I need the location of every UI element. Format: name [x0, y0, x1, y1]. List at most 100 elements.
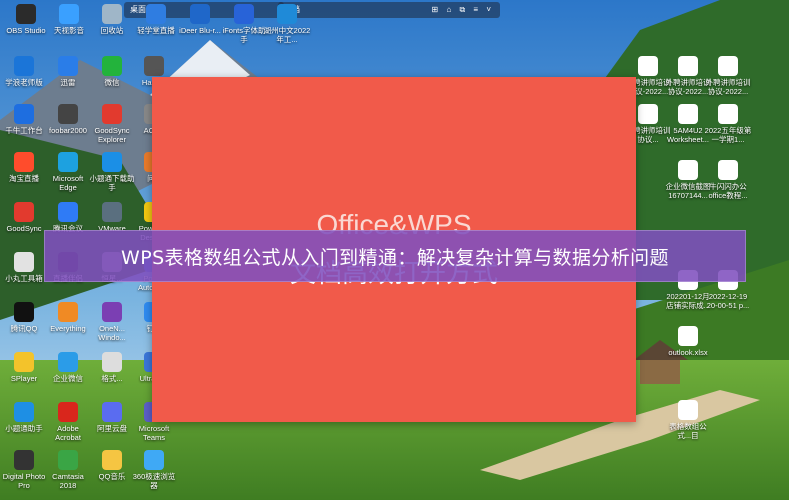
- desktop-icon[interactable]: 表格数组公式...目: [664, 400, 712, 440]
- desktop-icon-label: 轻学堂直播: [137, 26, 175, 35]
- desktop-icon[interactable]: Microsoft Edge: [44, 152, 92, 192]
- desktop-icon-label: outlook.xlsx: [668, 348, 708, 357]
- edge-icon: [58, 152, 78, 172]
- desktop-icon[interactable]: iDeer Blu-r...: [176, 4, 224, 35]
- desktop-icon[interactable]: 2022五年级第一学期1...: [704, 104, 752, 144]
- desktop-icon[interactable]: 格式...: [88, 352, 136, 383]
- desktop-icon[interactable]: 牛闪闪办公office教程...: [704, 160, 752, 200]
- desktop-icon-label: 格式...: [101, 374, 123, 383]
- desktop-icon[interactable]: 腾讯QQ: [0, 302, 48, 333]
- desktop-icon[interactable]: Camtasia 2018: [44, 450, 92, 490]
- doc-icon: [638, 104, 658, 124]
- sheet-icon: [678, 104, 698, 124]
- hand-icon: [144, 56, 164, 76]
- desktop-icon-label: 迅雷: [60, 78, 76, 87]
- desktop-icon[interactable]: 企业微信: [44, 352, 92, 383]
- desktop-icon-label: 牛闪闪办公office教程...: [708, 182, 748, 200]
- desktop-icon[interactable]: 轻学堂直播: [132, 4, 180, 35]
- desktop-icon[interactable]: outlook.xlsx: [664, 326, 712, 357]
- desktop-icon-label: OneN... Windo...: [98, 324, 126, 342]
- wechat-icon: [102, 56, 122, 76]
- desktop-icon-label: Everything: [50, 324, 86, 333]
- desktop-icon-label: iDeer Blu-r...: [179, 26, 221, 35]
- banner-text: WPS表格数组公式从入门到精通：解决复杂计算与数据分析问题: [121, 246, 669, 269]
- desktop-icon[interactable]: SPlayer: [0, 352, 48, 383]
- desktop-icon[interactable]: 湖州中文2022年工...: [263, 4, 311, 44]
- desktop-icon[interactable]: 小题通助手: [0, 402, 48, 433]
- desktop-icon-label: 天视影音: [54, 26, 84, 35]
- goodsync-icon: [102, 104, 122, 124]
- desktop-icon-label: 回收站: [100, 26, 124, 35]
- dpp-icon: [14, 450, 34, 470]
- desktop-icon-label: GoodSync: [6, 224, 42, 233]
- desktop-icon-label: QQ音乐: [98, 472, 126, 481]
- desktop-icon[interactable]: Everything: [44, 302, 92, 333]
- ifonts-icon: [234, 4, 254, 24]
- window-controls-icon[interactable]: ⊞ ⌂ ⧉ ≡ ˅: [432, 2, 494, 18]
- desktop-icon[interactable]: 腾讯会议: [44, 202, 92, 233]
- desktop-icon[interactable]: foobar2000: [44, 104, 92, 135]
- toolbox-icon: [14, 252, 34, 272]
- desktop-icon[interactable]: 小题通下载助手: [88, 152, 136, 192]
- doc-icon: [718, 56, 738, 76]
- desktop-icon-label: iFonts字体助手: [222, 26, 266, 44]
- sheet-icon: [718, 104, 738, 124]
- desktop-icon[interactable]: Adobe Acrobat: [44, 402, 92, 442]
- desktop-icon-label: GoodSync Explorer: [94, 126, 130, 144]
- doc-icon: [718, 160, 738, 180]
- recycle-bin-icon: [102, 4, 122, 24]
- desktop-icon[interactable]: 学浪老师版: [0, 56, 48, 87]
- desktop-icon-label: 腾讯QQ: [10, 324, 38, 333]
- helper-icon: [14, 402, 34, 422]
- desktop-icon-label: SPlayer: [10, 374, 38, 383]
- desktop-icon[interactable]: QQ音乐: [88, 450, 136, 481]
- aliyun-icon: [102, 402, 122, 422]
- desktop-icon[interactable]: OneN... Windo...: [88, 302, 136, 342]
- format-icon: [102, 352, 122, 372]
- window-tab-file[interactable]: 文档 ⊞ ⌂ ⧉ ≡ ˅: [278, 2, 500, 18]
- desktop-icon-label: 2022-12-19 20-00-51 p...: [706, 292, 750, 310]
- desktop-icon-label: Digital Photo Pro: [2, 472, 46, 490]
- desktop-icon-label: 表格数组公式...目: [669, 422, 707, 440]
- image-icon: [678, 160, 698, 180]
- obs-icon: [16, 4, 36, 24]
- onenote-icon: [102, 302, 122, 322]
- desktop-icon[interactable]: 回收站: [88, 4, 136, 35]
- desktop-icon[interactable]: 外聘讲师培训协议-2022...: [704, 56, 752, 96]
- desktop-icon-label: Adobe Acrobat: [55, 424, 81, 442]
- desktop-icon[interactable]: 迅雷: [44, 56, 92, 87]
- desktop-icon-label: Microsoft Teams: [138, 424, 170, 442]
- doc-icon: [277, 4, 297, 24]
- desktop-icon[interactable]: iFonts字体助手: [220, 4, 268, 44]
- desktop-icon[interactable]: GoodSync Explorer: [88, 104, 136, 144]
- desktop-icon-label: 阿里云盘: [97, 424, 127, 433]
- desktop-icon[interactable]: 360极速浏览器: [130, 450, 178, 490]
- doc-icon: [638, 56, 658, 76]
- desktop-icon-label: 千牛工作台: [5, 126, 43, 135]
- desktop-icon[interactable]: 小丸工具箱: [0, 252, 48, 283]
- desktop-icon[interactable]: VMware: [88, 202, 136, 233]
- desktop-icon-label: 淘宝直播: [9, 174, 39, 183]
- qqmusic-icon: [102, 450, 122, 470]
- desktop-icon[interactable]: 微信: [88, 56, 136, 87]
- thunder-icon: [58, 56, 78, 76]
- taobao-live-icon: [14, 152, 34, 172]
- desktop-icon-label: 360极速浏览器: [132, 472, 176, 490]
- desktop-icon-label: 企业微信: [53, 374, 83, 383]
- acrobat-icon: [58, 402, 78, 422]
- desktop-icon[interactable]: 阿里云盘: [88, 402, 136, 433]
- doc-icon: [678, 56, 698, 76]
- desktop-icon[interactable]: GoodSync: [0, 202, 48, 233]
- vmware-icon: [102, 202, 122, 222]
- browser360-icon: [144, 450, 164, 470]
- video-player-icon: [59, 4, 79, 24]
- everything-icon: [58, 302, 78, 322]
- desktop-icon[interactable]: 淘宝直播: [0, 152, 48, 183]
- desktop-icon[interactable]: OBS Studio: [2, 4, 50, 35]
- desktop-icon[interactable]: 天视影音: [45, 4, 93, 35]
- goodsync2-icon: [14, 202, 34, 222]
- desktop-icon[interactable]: Digital Photo Pro: [0, 450, 48, 490]
- desktop-icon-label: 小丸工具箱: [5, 274, 43, 283]
- desktop-icon[interactable]: 千牛工作台: [0, 104, 48, 135]
- desktop-icon-label: foobar2000: [49, 126, 87, 135]
